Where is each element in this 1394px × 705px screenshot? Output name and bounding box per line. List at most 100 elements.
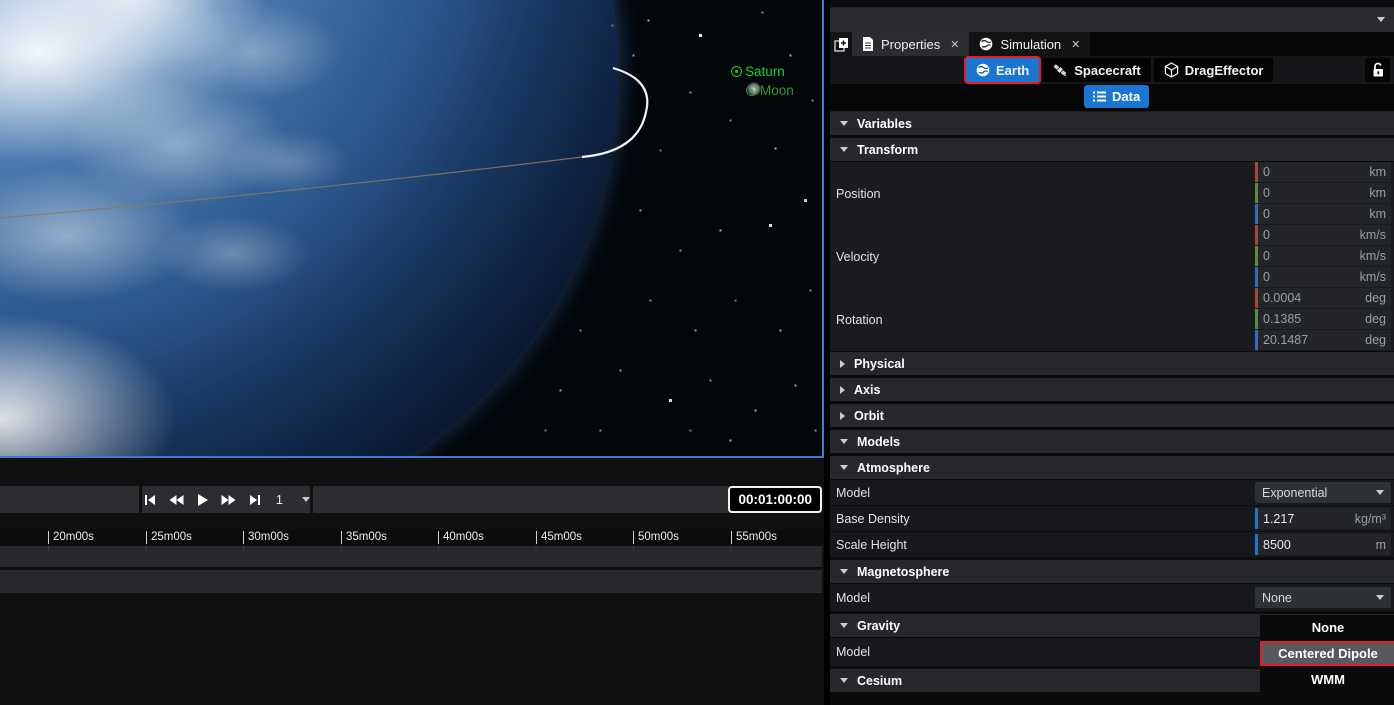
globe-icon [979,37,993,51]
section-title: Transform [857,143,918,157]
tab-bar: Properties ✕ Simulation ✕ [830,32,1394,56]
velocity-y-field[interactable]: 0 km/s [1255,246,1391,266]
section-transform[interactable]: Transform [830,138,1394,162]
moon-marker[interactable]: Moon [746,83,794,98]
ruler-tick: 50m00s [633,531,679,544]
section-models[interactable]: Models [830,430,1394,454]
section-orbit[interactable]: Orbit [830,404,1394,428]
value: 0 [1263,270,1270,284]
rotation-x-field[interactable]: 0.0004 deg [1255,288,1391,308]
section-title: Variables [857,117,912,131]
lock-button[interactable] [1365,58,1390,82]
chevron-right-icon [840,360,845,368]
timeline-ruler[interactable]: 20m00s 25m00s 30m00s 35m00s 40m00s 45m00… [0,529,824,546]
new-pane-button[interactable] [830,32,852,56]
position-x-field[interactable]: 0 km [1255,162,1391,182]
section-variables[interactable]: Variables [830,112,1394,136]
scale-height-row: Scale Height 8500 m [830,532,1394,558]
collapsed-panel-bar[interactable] [830,8,1394,32]
value: 1.217 [1263,512,1294,526]
base-density-field[interactable]: 1.217 kg/m³ [1255,508,1391,529]
speed-dropdown-chevron-icon[interactable] [302,497,310,502]
unit: km [1369,165,1386,179]
chevron-down-icon [840,569,848,574]
value: 0 [1263,228,1270,242]
panel-top-strip [830,0,1394,8]
earth-globe-icon [976,63,990,77]
rewind-button[interactable] [168,492,183,508]
play-button[interactable] [195,492,210,508]
select-value: Exponential [1262,486,1327,500]
transport-left-segment [0,486,139,513]
ruler-tick: 30m00s [243,531,289,544]
saturn-target-icon [731,66,742,77]
velocity-z-field[interactable]: 0 km/s [1255,267,1391,287]
base-density-row: Base Density 1.217 kg/m³ [830,506,1394,532]
app-root: Saturn Moon [0,0,1394,705]
viewport-3d[interactable]: Saturn Moon [0,0,824,458]
transform-body: Position 0 km 0 km 0 km [830,162,1394,351]
transport-right-segment: 00:01:00:00 [313,486,822,513]
scale-height-label: Scale Height [836,538,1255,552]
fast-forward-icon [221,494,236,506]
section-magnetosphere[interactable]: Magnetosphere [830,560,1394,584]
fast-forward-button[interactable] [221,492,236,508]
unit: km/s [1360,228,1386,242]
entity-label: DragEffector [1185,63,1264,78]
unit: km [1369,207,1386,221]
position-z-field[interactable]: 0 km [1255,204,1391,224]
section-title: Models [857,435,900,449]
chevron-right-icon [840,412,845,420]
skip-start-icon [143,494,157,506]
chevron-down-icon [1377,17,1385,22]
close-icon[interactable]: ✕ [950,38,959,51]
option-wmm[interactable]: WMM [1260,667,1394,692]
saturn-marker[interactable]: Saturn [731,64,785,79]
tab-simulation[interactable]: Simulation ✕ [969,32,1090,56]
timeline-track[interactable] [0,546,822,567]
chevron-down-icon [1376,490,1384,495]
cube-icon [1164,62,1179,78]
atmosphere-model-select[interactable]: Exponential [1255,482,1391,503]
timeline-track[interactable] [0,570,822,593]
magnetosphere-model-select[interactable]: None [1255,587,1391,608]
close-icon[interactable]: ✕ [1071,38,1080,51]
position-y-field[interactable]: 0 km [1255,183,1391,203]
section-physical[interactable]: Physical [830,352,1394,376]
rotation-y-field[interactable]: 0.1385 deg [1255,309,1391,329]
ruler-tick: 45m00s [536,531,582,544]
play-icon [197,494,208,506]
tab-properties[interactable]: Properties ✕ [852,32,969,56]
section-axis[interactable]: Axis [830,378,1394,402]
list-icon [1093,91,1106,102]
entity-label: Spacecraft [1074,63,1140,78]
entity-spacecraft-button[interactable]: Spacecraft [1042,58,1150,82]
skip-to-end-button[interactable] [247,492,262,508]
saturn-label: Saturn [745,64,785,79]
lock-open-icon [1371,62,1385,78]
data-button[interactable]: Data [1084,85,1149,108]
section-atmosphere[interactable]: Atmosphere [830,456,1394,480]
section-title: Gravity [857,619,900,633]
unit: deg [1365,291,1386,305]
scale-height-field[interactable]: 8500 m [1255,534,1391,555]
value: 20.1487 [1263,333,1308,347]
tab-label: Properties [881,37,940,52]
velocity-x-field[interactable]: 0 km/s [1255,225,1391,245]
document-icon [862,37,874,51]
rotation-z-field[interactable]: 20.1487 deg [1255,330,1391,350]
speed-value: 1 [276,492,283,507]
entity-earth-button[interactable]: Earth [966,58,1039,82]
chevron-down-icon [840,623,848,628]
moon-target-icon [746,85,757,96]
select-value: None [1262,591,1292,605]
section-title: Physical [854,357,905,371]
option-centered-dipole[interactable]: Centered Dipole [1260,641,1394,666]
unit: km/s [1360,270,1386,284]
position-label: Position [830,162,1255,225]
entity-drageffector-button[interactable]: DragEffector [1154,58,1274,82]
option-none[interactable]: None [1260,615,1394,640]
satellite-icon [1052,63,1068,77]
value: 0.1385 [1263,312,1301,326]
skip-to-start-button[interactable] [142,492,157,508]
